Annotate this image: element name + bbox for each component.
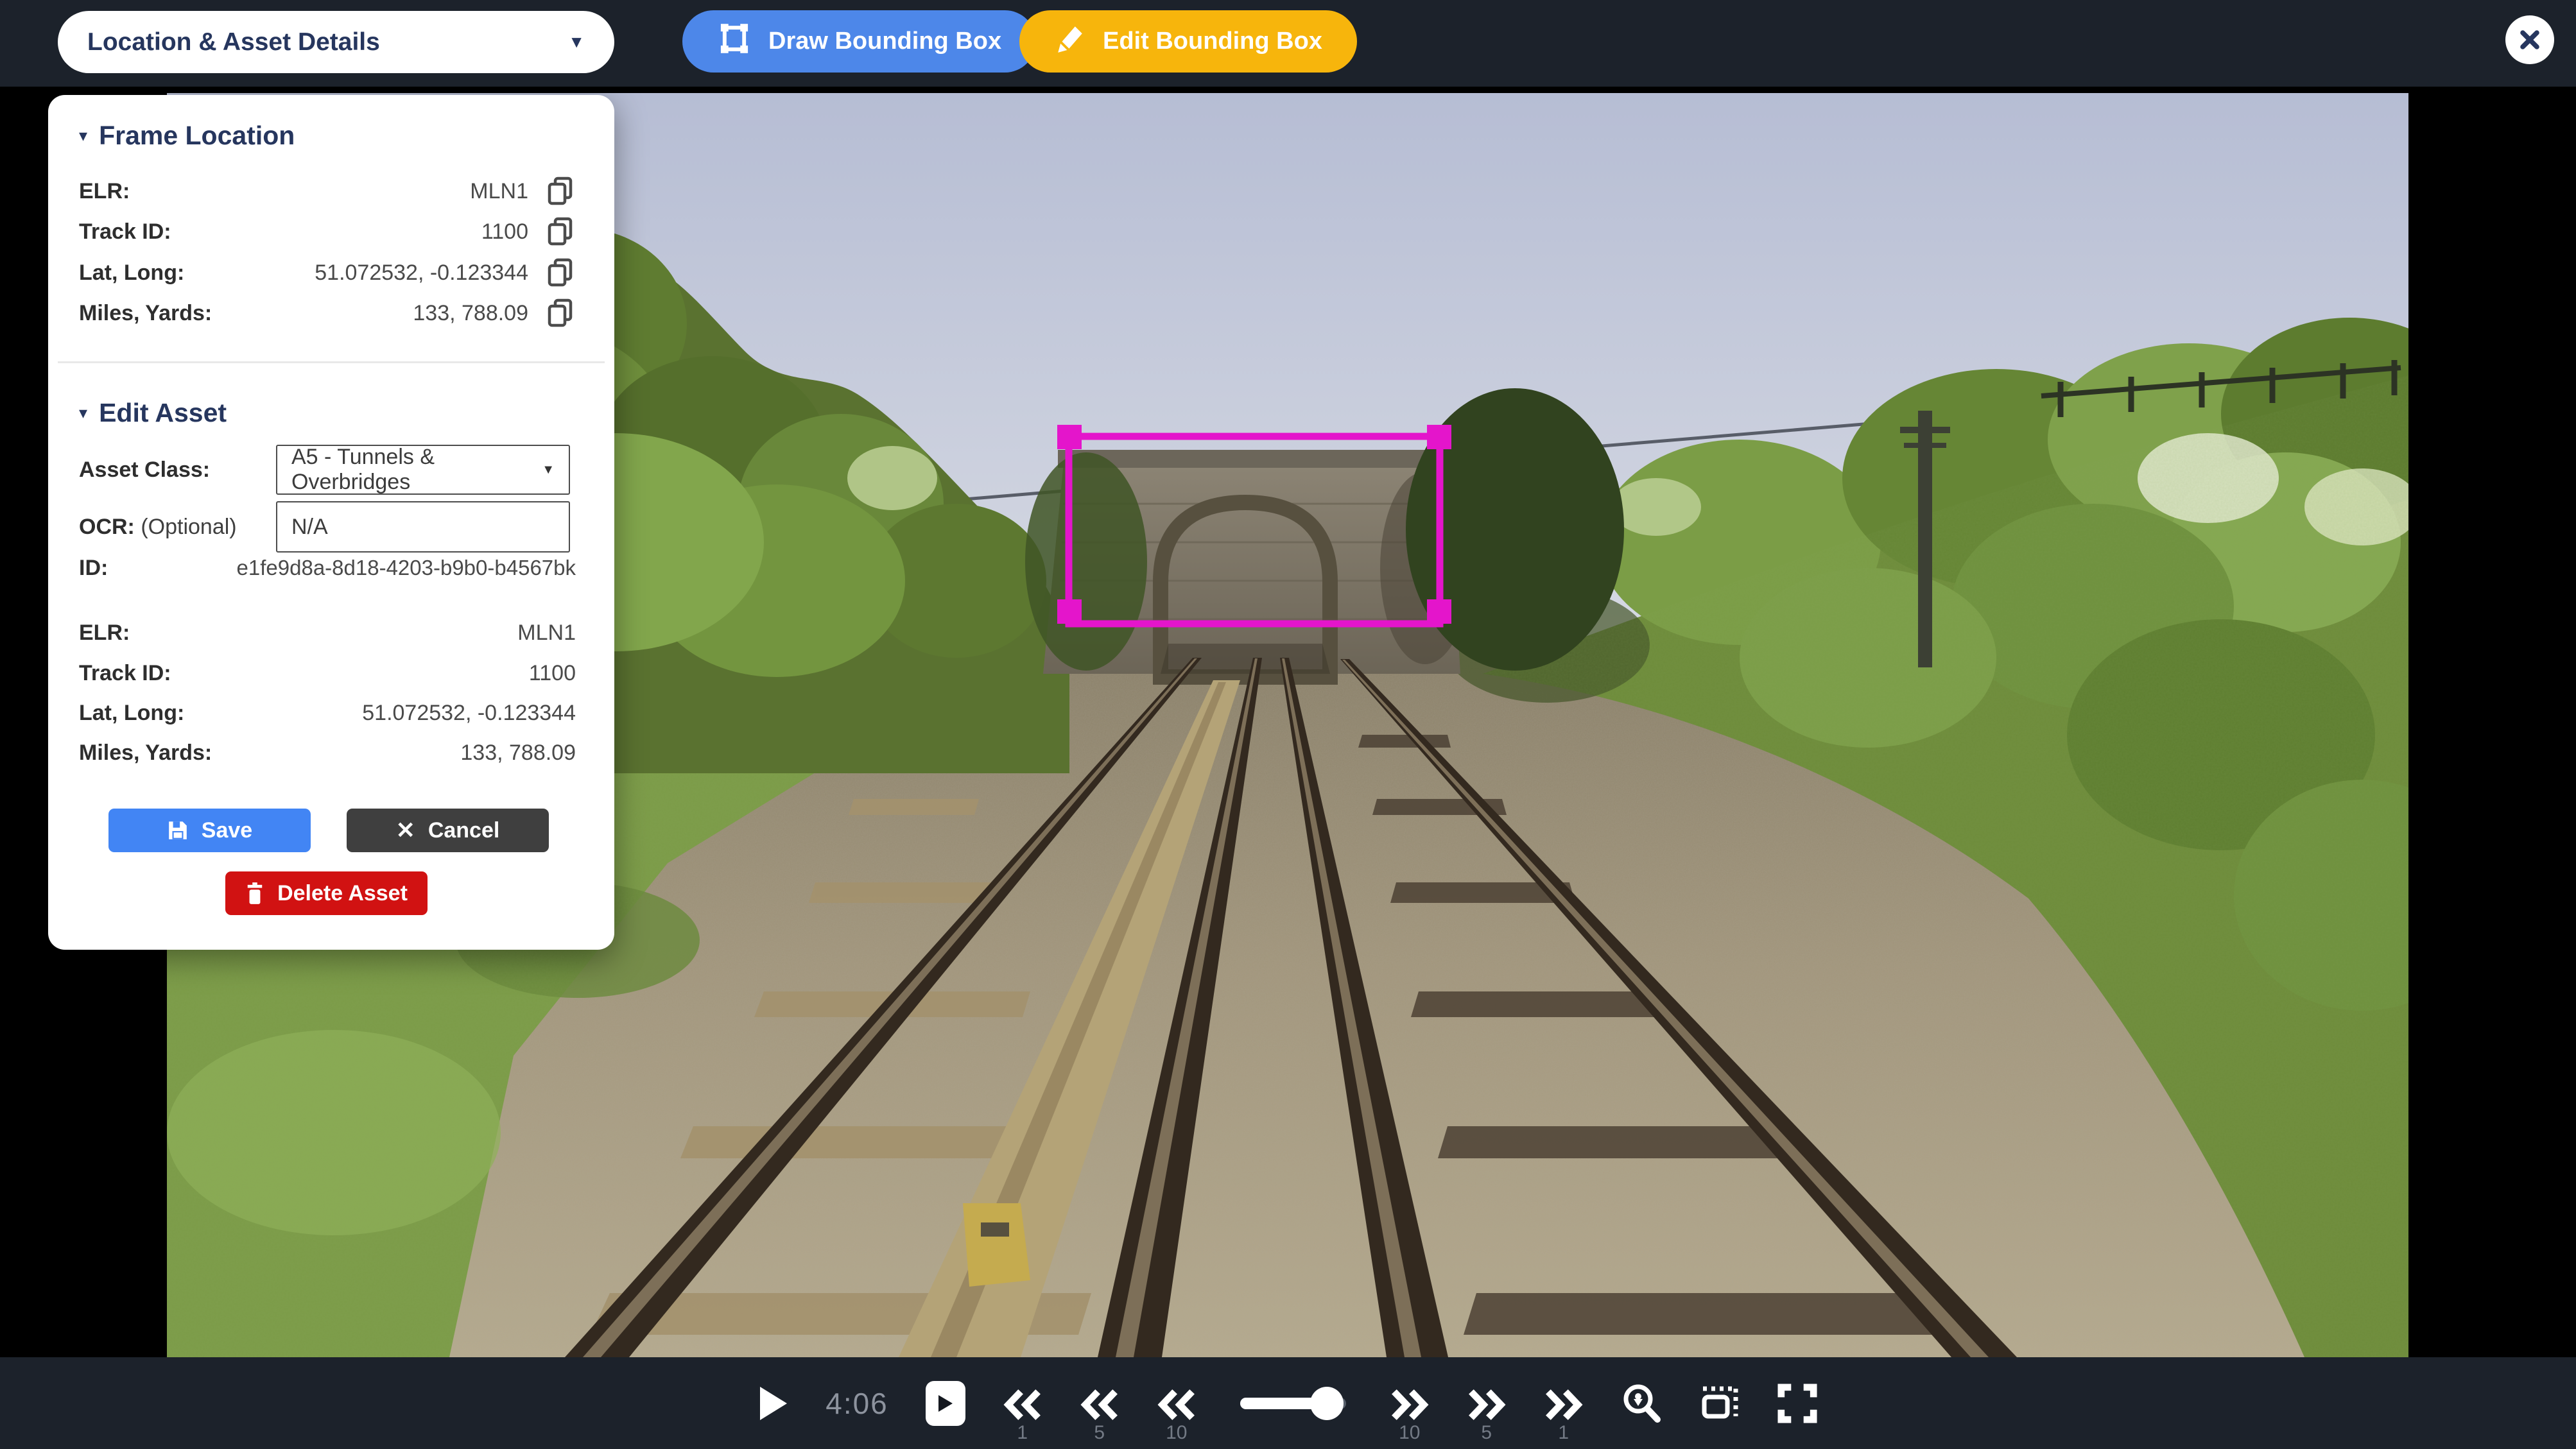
asset-lat-long-row: Lat, Long: 51.072532, -0.123344 [79, 698, 576, 728]
delete-asset-button[interactable]: Delete Asset [225, 871, 428, 915]
fast-forward-icon [1467, 1387, 1507, 1422]
trash-icon [245, 882, 264, 904]
collapse-triangle-icon: ▾ [79, 126, 87, 146]
zoom-to-location-button[interactable] [1621, 1383, 1662, 1424]
section-divider [58, 361, 605, 363]
frame-elr-row: ELR: MLN1 [79, 176, 576, 207]
skip-forward-10-button[interactable]: 10 [1390, 1387, 1430, 1443]
asset-track-id-row: Track ID: 1100 [79, 658, 576, 689]
bbox-handle-bottom-right[interactable] [1427, 599, 1451, 624]
skip-forward-1-button[interactable]: 1 [1544, 1387, 1584, 1443]
skip-back-10-button[interactable]: 10 [1157, 1387, 1197, 1443]
magnifier-pin-icon [1621, 1383, 1662, 1424]
rewind-icon [1003, 1387, 1042, 1422]
bbox-handle-top-right[interactable] [1427, 425, 1451, 449]
app-window: Location & Asset Details ▼ Draw Bounding… [0, 0, 2576, 1449]
timeline-slider[interactable] [1240, 1387, 1346, 1420]
panel-selector-dropdown[interactable]: Location & Asset Details ▼ [58, 11, 614, 73]
close-icon [2516, 26, 2544, 54]
chevron-down-icon: ▼ [542, 463, 555, 477]
copy-elr-button[interactable] [545, 176, 576, 207]
edit-asset-section-header[interactable]: ▾ Edit Asset [79, 398, 227, 428]
top-toolbar: Location & Asset Details ▼ Draw Bounding… [0, 0, 2576, 87]
skip-back-1-button[interactable]: 1 [1003, 1387, 1042, 1443]
copy-icon [545, 257, 576, 288]
step-frame-button[interactable] [926, 1381, 965, 1426]
close-button[interactable] [2505, 15, 2554, 64]
cancel-button[interactable]: ✕ Cancel [347, 809, 549, 852]
collapse-triangle-icon: ▾ [79, 403, 87, 423]
timestamp: 4:06 [826, 1386, 888, 1421]
fast-forward-icon [1544, 1387, 1584, 1422]
rewind-icon [1080, 1387, 1119, 1422]
location-asset-details-panel: ▾ Frame Location ELR: MLN1 Track ID: 110… [48, 95, 614, 950]
panel-selector-label: Location & Asset Details [87, 28, 380, 56]
save-button[interactable]: Save [108, 809, 311, 852]
crop-region-button[interactable] [1699, 1383, 1740, 1424]
frame-miles-yards-row: Miles, Yards: 133, 788.09 [79, 298, 576, 329]
bbox-handle-bottom-left[interactable] [1057, 599, 1082, 624]
frame-track-id-row: Track ID: 1100 [79, 216, 576, 247]
pencil-icon [1054, 22, 1086, 61]
copy-miles-yards-button[interactable] [545, 298, 576, 329]
bbox-handle-top-left[interactable] [1057, 425, 1082, 449]
asset-miles-yards-row: Miles, Yards: 133, 788.09 [79, 737, 576, 768]
crop-region-icon [1699, 1383, 1740, 1424]
copy-lat-long-button[interactable] [545, 257, 576, 288]
copy-track-id-button[interactable] [545, 216, 576, 247]
ocr-input[interactable] [276, 501, 570, 553]
frame-location-title: Frame Location [99, 121, 295, 151]
step-play-icon [937, 1394, 954, 1413]
copy-icon [545, 298, 576, 329]
slider-knob[interactable] [1310, 1387, 1344, 1420]
copy-icon [545, 216, 576, 247]
bounding-box-icon [717, 21, 752, 62]
copy-icon [545, 176, 576, 207]
asset-id-row: ID: e1fe9d8a-8d18-4203-b9b0-b4567bk [79, 553, 576, 583]
x-icon: ✕ [396, 817, 415, 844]
fast-forward-icon [1390, 1387, 1430, 1422]
save-icon [167, 819, 189, 841]
edit-bounding-box-button[interactable]: Edit Bounding Box [1019, 10, 1357, 73]
fullscreen-icon [1777, 1384, 1817, 1423]
skip-back-5-button[interactable]: 5 [1080, 1387, 1119, 1443]
asset-elr-row: ELR: MLN1 [79, 617, 576, 648]
edit-asset-title: Edit Asset [99, 398, 227, 428]
frame-lat-long-row: Lat, Long: 51.072532, -0.123344 [79, 257, 576, 288]
skip-forward-5-button[interactable]: 5 [1467, 1387, 1507, 1443]
rewind-icon [1157, 1387, 1197, 1422]
fullscreen-button[interactable] [1777, 1384, 1817, 1423]
play-icon [759, 1385, 788, 1421]
playback-control-bar: 4:06 1 5 10 10 [0, 1357, 2576, 1449]
chevron-down-icon: ▼ [568, 32, 585, 52]
asset-class-select[interactable]: A5 - Tunnels & Overbridges ▼ [276, 445, 570, 495]
draw-bounding-box-button[interactable]: Draw Bounding Box [682, 10, 1036, 73]
frame-location-section-header[interactable]: ▾ Frame Location [79, 121, 295, 151]
play-button[interactable] [759, 1385, 788, 1421]
